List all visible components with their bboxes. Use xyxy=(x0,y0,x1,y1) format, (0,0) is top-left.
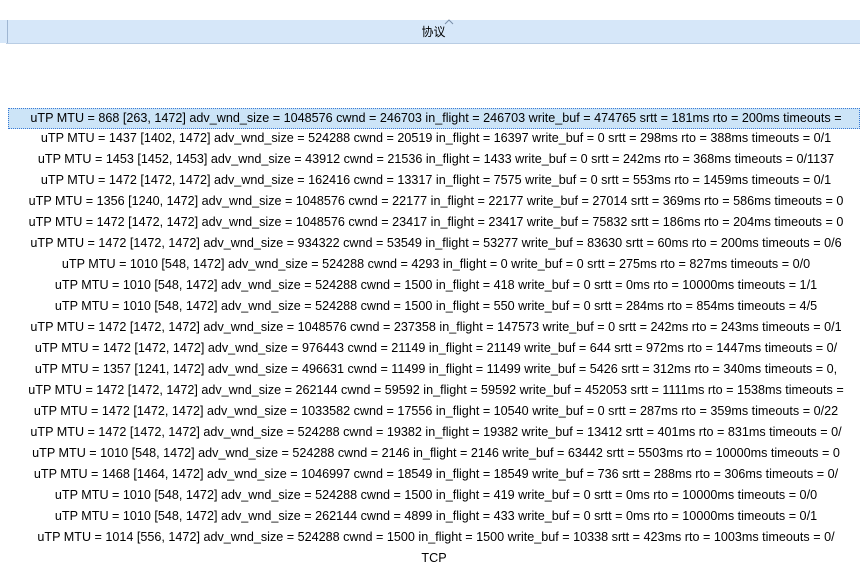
table-row[interactable]: TCP xyxy=(8,549,860,570)
protocol-cell: uTP MTU = 1472 [1472, 1472] adv_wnd_size… xyxy=(33,404,839,418)
table-row[interactable]: uTP MTU = 1010 [548, 1472] adv_wnd_size … xyxy=(8,276,860,297)
protocol-cell: uTP MTU = 1010 [548, 1472] adv_wnd_size … xyxy=(54,278,818,292)
left-column-edge xyxy=(0,43,6,576)
table-row[interactable]: uTP MTU = 1010 [548, 1472] adv_wnd_size … xyxy=(8,255,860,276)
table-row[interactable]: uTP MTU = 1010 [548, 1472] adv_wnd_size … xyxy=(8,444,860,465)
protocol-cell: uTP MTU = 1472 [1472, 1472] adv_wnd_size… xyxy=(40,173,832,187)
table-row[interactable]: uTP MTU = 1472 [1472, 1472] adv_wnd_size… xyxy=(8,381,860,402)
protocol-cell: uTP MTU = 1014 [556, 1472] adv_wnd_size … xyxy=(37,530,835,544)
table-row[interactable]: uTP MTU = 1010 [548, 1472] adv_wnd_size … xyxy=(8,507,860,528)
protocol-cell: uTP MTU = 1010 [548, 1472] adv_wnd_size … xyxy=(54,488,818,502)
table-row[interactable]: uTP MTU = 1468 [1464, 1472] adv_wnd_size… xyxy=(8,465,860,486)
protocol-cell: uTP MTU = 1010 [548, 1472] adv_wnd_size … xyxy=(32,446,840,460)
table-row[interactable]: uTP MTU = 1472 [1472, 1472] adv_wnd_size… xyxy=(8,402,860,423)
protocol-cell: TCP xyxy=(421,551,447,565)
protocol-cell: uTP MTU = 1356 [1240, 1472] adv_wnd_size… xyxy=(28,194,844,208)
column-header-protocol[interactable]: 协议 xyxy=(0,19,860,44)
table-row[interactable]: uTP MTU = 1472 [1472, 1472] adv_wnd_size… xyxy=(8,318,860,339)
protocol-cell: uTP MTU = 1472 [1472, 1472] adv_wnd_size… xyxy=(28,215,844,229)
protocol-cell: uTP MTU = 1010 [548, 1472] adv_wnd_size … xyxy=(61,257,811,271)
table-row[interactable]: uTP MTU = 1472 [1472, 1472] adv_wnd_size… xyxy=(8,339,860,360)
protocol-cell: uTP MTU = 1472 [1472, 1472] adv_wnd_size… xyxy=(28,383,844,397)
table-row[interactable]: uTP MTU = 1010 [548, 1472] adv_wnd_size … xyxy=(8,486,860,507)
protocol-cell: uTP MTU = 1453 [1452, 1453] adv_wnd_size… xyxy=(37,152,835,166)
protocol-cell: uTP MTU = 1472 [1472, 1472] adv_wnd_size… xyxy=(30,320,842,334)
window-top-strip xyxy=(0,0,860,21)
table-row[interactable]: uTP MTU = 1472 [1472, 1472] adv_wnd_size… xyxy=(8,234,860,255)
protocol-cell: uTP MTU = 1472 [1472, 1472] adv_wnd_size… xyxy=(34,341,838,355)
table-row[interactable]: uTP MTU = 868 [263, 1472] adv_wnd_size =… xyxy=(8,108,860,129)
table-row[interactable]: uTP MTU = 1010 [548, 1472] adv_wnd_size … xyxy=(8,297,860,318)
protocol-cell: uTP MTU = 1468 [1464, 1472] adv_wnd_size… xyxy=(33,467,839,481)
table-row[interactable]: uTP MTU = 1472 [1472, 1472] adv_wnd_size… xyxy=(8,213,860,234)
protocol-cell: uTP MTU = 1437 [1402, 1472] adv_wnd_size… xyxy=(40,131,832,145)
table-row[interactable]: uTP MTU = 1472 [1472, 1472] adv_wnd_size… xyxy=(8,423,860,444)
protocol-cell: uTP MTU = 868 [263, 1472] adv_wnd_size =… xyxy=(30,111,842,125)
protocol-cell: uTP MTU = 1472 [1472, 1472] adv_wnd_size… xyxy=(30,236,842,250)
protocol-cell: uTP MTU = 1472 [1472, 1472] adv_wnd_size… xyxy=(30,425,842,439)
table-row[interactable]: uTP MTU = 1014 [556, 1472] adv_wnd_size … xyxy=(8,528,860,549)
protocol-cell: uTP MTU = 1357 [1241, 1472] adv_wnd_size… xyxy=(34,362,838,376)
table-row[interactable]: uTP MTU = 1453 [1452, 1453] adv_wnd_size… xyxy=(8,150,860,171)
table-row[interactable]: uTP MTU = 1356 [1240, 1472] adv_wnd_size… xyxy=(8,192,860,213)
column-header-label: 协议 xyxy=(421,25,446,39)
table-row[interactable]: uTP MTU = 1357 [1241, 1472] adv_wnd_size… xyxy=(8,360,860,381)
table-row[interactable]: uTP MTU = 1437 [1402, 1472] adv_wnd_size… xyxy=(8,129,860,150)
protocol-cell: uTP MTU = 1010 [548, 1472] adv_wnd_size … xyxy=(54,299,818,313)
table-row[interactable]: uTP MTU = 1472 [1472, 1472] adv_wnd_size… xyxy=(8,171,860,192)
protocol-cell: uTP MTU = 1010 [548, 1472] adv_wnd_size … xyxy=(54,509,818,523)
protocol-list: uTP MTU = 868 [263, 1472] adv_wnd_size =… xyxy=(8,108,860,570)
